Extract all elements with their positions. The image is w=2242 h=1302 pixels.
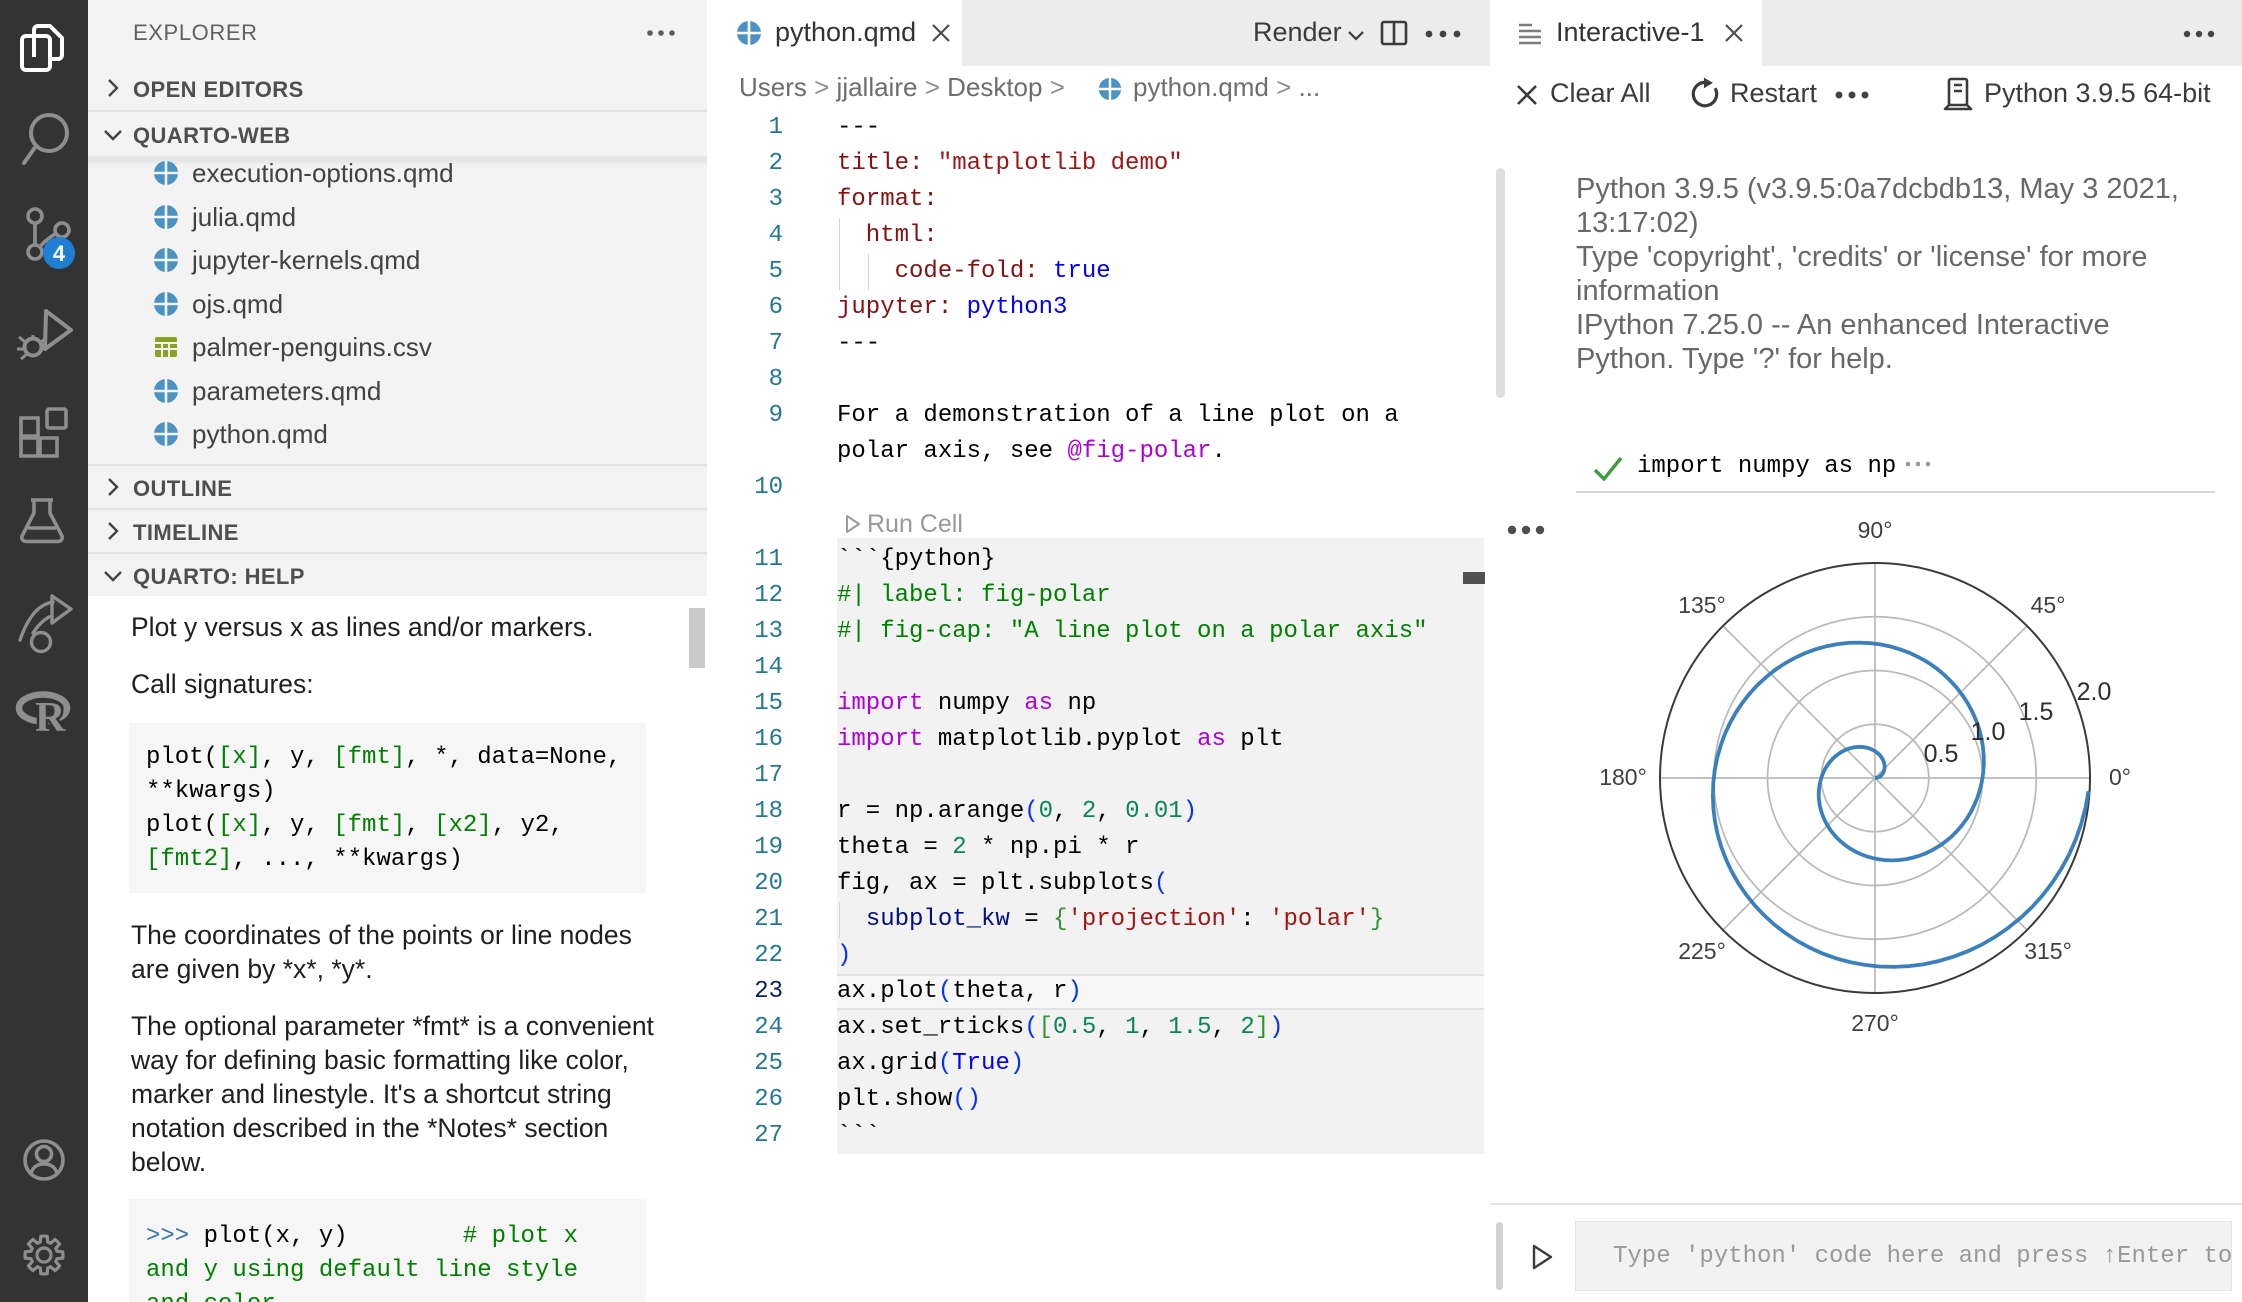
svg-text:180°: 180° [1599, 764, 1647, 790]
svg-text:45°: 45° [2031, 592, 2066, 618]
svg-text:0.5: 0.5 [1924, 740, 1959, 768]
svg-text:135°: 135° [1678, 592, 1726, 618]
svg-text:1.0: 1.0 [1971, 718, 2006, 746]
svg-text:225°: 225° [1678, 938, 1726, 964]
svg-text:315°: 315° [2024, 938, 2072, 964]
svg-text:90°: 90° [1858, 517, 1893, 543]
svg-text:0°: 0° [2109, 764, 2131, 790]
svg-text:2.0: 2.0 [2077, 678, 2112, 706]
svg-text:270°: 270° [1851, 1010, 1899, 1036]
svg-text:4: 4 [53, 241, 66, 266]
svg-text:R: R [35, 695, 66, 741]
svg-text:1.5: 1.5 [2019, 698, 2054, 726]
